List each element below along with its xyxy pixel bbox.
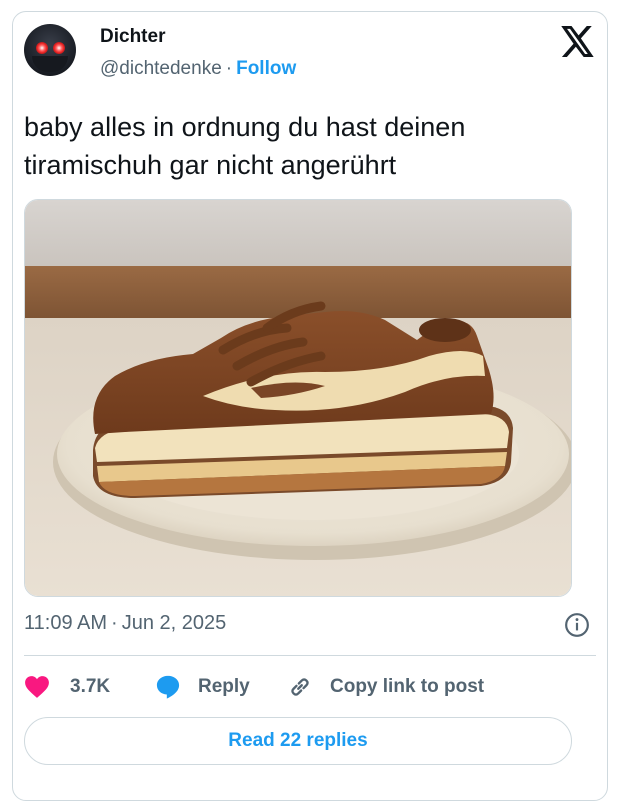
timestamp-separator: · bbox=[111, 612, 118, 634]
author-handle-row: @dichtedenke · Follow bbox=[100, 58, 296, 80]
action-bar: 3.7K Reply Copy link to post bbox=[24, 670, 572, 704]
link-icon bbox=[291, 678, 309, 696]
tweet-text: baby alles in ordnung du hast deinen tir… bbox=[24, 108, 572, 184]
x-logo-icon[interactable] bbox=[561, 26, 595, 57]
reply-label: Reply bbox=[198, 676, 250, 697]
read-replies-button[interactable]: Read 22 replies bbox=[24, 717, 572, 765]
info-icon[interactable] bbox=[564, 612, 590, 638]
tweet-media-image[interactable] bbox=[24, 199, 572, 597]
avatar-shade bbox=[32, 56, 68, 72]
tweet-timestamp[interactable]: 11:09 AM · Jun 2, 2025 bbox=[24, 612, 226, 635]
copy-link-label: Copy link to post bbox=[330, 676, 485, 697]
tweet-time: 11:09 AM bbox=[24, 612, 108, 634]
avatar[interactable] bbox=[24, 24, 76, 76]
author-handle[interactable]: @dichtedenke bbox=[100, 58, 222, 79]
tweet-date: Jun 2, 2025 bbox=[121, 612, 227, 634]
handle-separator: · bbox=[225, 58, 233, 79]
tweet-text-line-2: tiramischuh gar nicht angerührt bbox=[24, 150, 397, 180]
avatar-right-eye bbox=[53, 42, 65, 54]
divider bbox=[24, 655, 596, 656]
copy-link-button[interactable]: Copy link to post bbox=[286, 670, 484, 704]
reply-button[interactable]: Reply bbox=[154, 670, 250, 704]
author-name[interactable]: Dichter bbox=[100, 26, 165, 48]
like-button[interactable]: 3.7K bbox=[24, 670, 110, 704]
tiramisu-sneaker-illustration bbox=[25, 200, 571, 596]
reply-bubble-icon bbox=[156, 675, 180, 699]
follow-button[interactable]: Follow bbox=[236, 58, 296, 79]
avatar-left-eye bbox=[36, 42, 48, 54]
like-count: 3.7K bbox=[70, 676, 111, 697]
tweet-text-line-1: baby alles in ordnung du hast deinen bbox=[24, 112, 466, 142]
heart-icon bbox=[25, 676, 49, 698]
